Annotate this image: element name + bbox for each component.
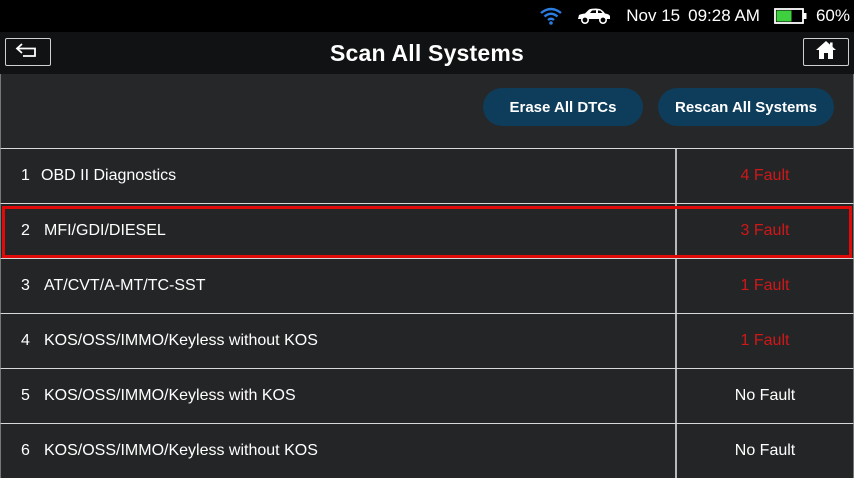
date-label: Nov 15 [626,6,681,25]
system-row[interactable]: 4 KOS/OSS/IMMO/Keyless without KOS 1 Fau… [0,313,854,368]
system-row[interactable]: 3 AT/CVT/A-MT/TC-SST 1 Fault [0,258,854,313]
system-name: KOS/OSS/IMMO/Keyless with KOS [44,387,296,404]
battery-icon [774,7,808,25]
fault-status: No Fault [734,387,796,404]
fault-status: 1 Fault [740,277,790,294]
header-bar: Scan All Systems [0,32,854,74]
systems-list: 1 OBD II Diagnostics 4 Fault 2 MFI/GDI/D… [0,148,854,478]
system-number: 4 [21,332,30,349]
home-icon [815,40,837,65]
system-row[interactable]: 1 OBD II Diagnostics 4 Fault [0,148,854,203]
system-number: 6 [21,442,30,459]
fault-status: 1 Fault [740,332,790,349]
car-icon [576,7,612,25]
rescan-all-systems-button[interactable]: Rescan All Systems [658,88,834,126]
fault-status: 3 Fault [740,222,790,239]
system-name: AT/CVT/A-MT/TC-SST [44,277,206,294]
system-number: 2 [21,222,30,239]
back-button[interactable] [5,38,51,66]
system-name: KOS/OSS/IMMO/Keyless without KOS [44,332,318,349]
system-row[interactable]: 6 KOS/OSS/IMMO/Keyless without KOS No Fa… [0,423,854,478]
wifi-icon [540,7,563,25]
system-row-selected[interactable]: 2 MFI/GDI/DIESEL 3 Fault [0,203,854,258]
system-name: OBD II Diagnostics [41,167,177,184]
battery-percent: 60% [815,6,850,25]
system-number: 3 [21,277,30,294]
system-number: 5 [21,387,30,404]
system-name: MFI/GDI/DIESEL [44,222,166,239]
system-number: 1 [21,167,30,184]
time-label: 09:28 AM [688,6,760,25]
erase-all-dtcs-button[interactable]: Erase All DTCs [483,88,643,126]
fault-status: 4 Fault [740,167,790,184]
system-row[interactable]: 5 KOS/OSS/IMMO/Keyless with KOS No Fault [0,368,854,423]
page-title: Scan All Systems [329,39,525,66]
back-arrow-icon [15,42,41,63]
home-button[interactable] [803,38,849,66]
action-toolbar: Erase All DTCs Rescan All Systems [0,74,854,148]
system-name: KOS/OSS/IMMO/Keyless without KOS [44,442,318,459]
status-bar: Nov 15 09:28 AM 60% [0,0,854,32]
fault-status: No Fault [734,442,796,459]
